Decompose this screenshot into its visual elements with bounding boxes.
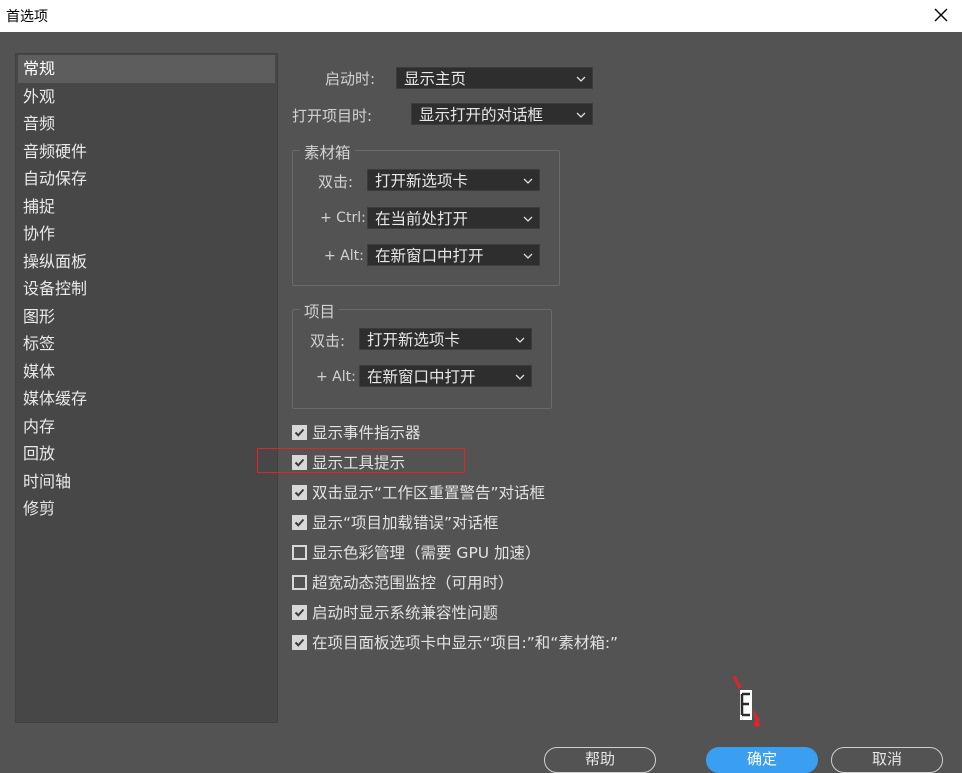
ok-button[interactable]: 确定 (706, 747, 818, 773)
checkbox-checked-icon (292, 424, 307, 440)
chevron-down-icon (515, 374, 525, 380)
project-alt-label: + Alt: (316, 369, 356, 385)
project-group-title: 项目 (300, 300, 340, 322)
bins-ctrl-label: + Ctrl: (320, 210, 366, 226)
close-icon (934, 8, 948, 22)
bins-alt-value: 在新窗口中打开 (375, 247, 484, 265)
sidebar-item-general[interactable]: 常规 (18, 55, 275, 83)
chevron-down-icon (576, 112, 586, 118)
sidebar-item-media[interactable]: 媒体 (16, 358, 277, 386)
bins-dblclick-select[interactable]: 打开新选项卡 (367, 169, 540, 191)
sidebar-item-trim[interactable]: 修剪 (16, 495, 277, 523)
show-event-indicators-checkbox[interactable]: 显示事件指示器 (292, 421, 421, 443)
bins-ctrl-value: 在当前处打开 (375, 210, 469, 228)
cursor-mascot-icon (732, 675, 760, 727)
sidebar-item-timeline[interactable]: 时间轴 (16, 468, 277, 496)
help-button[interactable]: 帮助 (544, 747, 656, 773)
sidebar-item-graphics[interactable]: 图形 (16, 303, 277, 331)
chevron-down-icon (576, 76, 586, 82)
checkbox-label: 启动时显示系统兼容性问题 (312, 604, 499, 622)
show-project-bin-tab-checkbox[interactable]: 在项目面板选项卡中显示“项目:”和“素材箱:” (292, 631, 618, 653)
bins-alt-select[interactable]: 在新窗口中打开 (367, 244, 540, 266)
hdr-monitoring-checkbox[interactable]: 超宽动态范围监控（可用时） (292, 571, 514, 593)
checkbox-unchecked-icon (292, 544, 307, 560)
bins-ctrl-select[interactable]: 在当前处打开 (367, 207, 540, 229)
sidebar-item-appearance[interactable]: 外观 (16, 83, 277, 111)
chevron-down-icon (523, 253, 533, 259)
checkbox-checked-icon (292, 484, 307, 500)
open-project-select-value: 显示打开的对话框 (419, 106, 544, 124)
sidebar-item-capture[interactable]: 捕捉 (16, 193, 277, 221)
cancel-button[interactable]: 取消 (831, 747, 943, 773)
sidebar-item-playback[interactable]: 回放 (16, 440, 277, 468)
checkbox-label: 显示事件指示器 (312, 424, 421, 442)
bins-dblclick-label: 双击: (318, 173, 354, 191)
project-dblclick-value: 打开新选项卡 (367, 331, 461, 349)
sidebar-item-auto-save[interactable]: 自动保存 (16, 165, 277, 193)
checkbox-checked-icon (292, 514, 307, 530)
checkbox-checked-icon (292, 634, 307, 650)
bins-dblclick-value: 打开新选项卡 (375, 172, 469, 190)
sidebar-item-audio-hardware[interactable]: 音频硬件 (16, 138, 277, 166)
project-alt-select[interactable]: 在新窗口中打开 (359, 365, 532, 387)
project-alt-value: 在新窗口中打开 (367, 368, 476, 386)
checkbox-label: 在项目面板选项卡中显示“项目:”和“素材箱:” (312, 634, 619, 652)
checkbox-label: 双击显示“工作区重置警告”对话框 (312, 484, 546, 502)
open-project-label: 打开项目时: (292, 107, 373, 125)
sidebar-item-device-control[interactable]: 设备控制 (16, 275, 277, 303)
chevron-down-icon (523, 178, 533, 184)
sidebar-item-control-surface[interactable]: 操纵面板 (16, 248, 277, 276)
checkbox-label: 超宽动态范围监控（可用时） (312, 574, 514, 592)
sidebar-item-memory[interactable]: 内存 (16, 413, 277, 441)
checkbox-label: 显示色彩管理（需要 GPU 加速） (312, 544, 541, 562)
workspace-reset-warning-checkbox[interactable]: 双击显示“工作区重置警告”对话框 (292, 481, 545, 503)
chevron-down-icon (515, 337, 525, 343)
project-dblclick-select[interactable]: 打开新选项卡 (359, 328, 532, 350)
startup-select-value: 显示主页 (404, 70, 467, 88)
sidebar-item-collaboration[interactable]: 协作 (16, 220, 277, 248)
color-management-checkbox[interactable]: 显示色彩管理（需要 GPU 加速） (292, 541, 541, 563)
checkbox-checked-icon (292, 604, 307, 620)
close-button[interactable] (926, 0, 956, 30)
open-project-select[interactable]: 显示打开的对话框 (411, 103, 593, 125)
project-load-errors-checkbox[interactable]: 显示“项目加载错误”对话框 (292, 511, 499, 533)
checkbox-unchecked-icon (292, 574, 307, 590)
checkbox-label: 显示“项目加载错误”对话框 (312, 514, 499, 532)
startup-select[interactable]: 显示主页 (396, 67, 593, 89)
startup-label: 启动时: (325, 70, 376, 88)
bins-group-title: 素材箱 (300, 141, 355, 163)
system-compatibility-checkbox[interactable]: 启动时显示系统兼容性问题 (292, 601, 498, 623)
sidebar: 常规 外观 音频 音频硬件 自动保存 捕捉 协作 操纵面板 设备控制 图形 标签… (15, 53, 278, 723)
bins-alt-label: + Alt: (324, 248, 364, 264)
sidebar-item-audio[interactable]: 音频 (16, 110, 277, 138)
highlight-annotation-box (257, 448, 465, 473)
title-bar: 首选项 (0, 0, 962, 32)
chevron-down-icon (523, 216, 533, 222)
project-dblclick-label: 双击: (310, 332, 346, 350)
project-group (292, 309, 552, 409)
sidebar-item-media-cache[interactable]: 媒体缓存 (16, 385, 277, 413)
window-title: 首选项 (6, 9, 48, 25)
sidebar-item-labels[interactable]: 标签 (16, 330, 277, 358)
